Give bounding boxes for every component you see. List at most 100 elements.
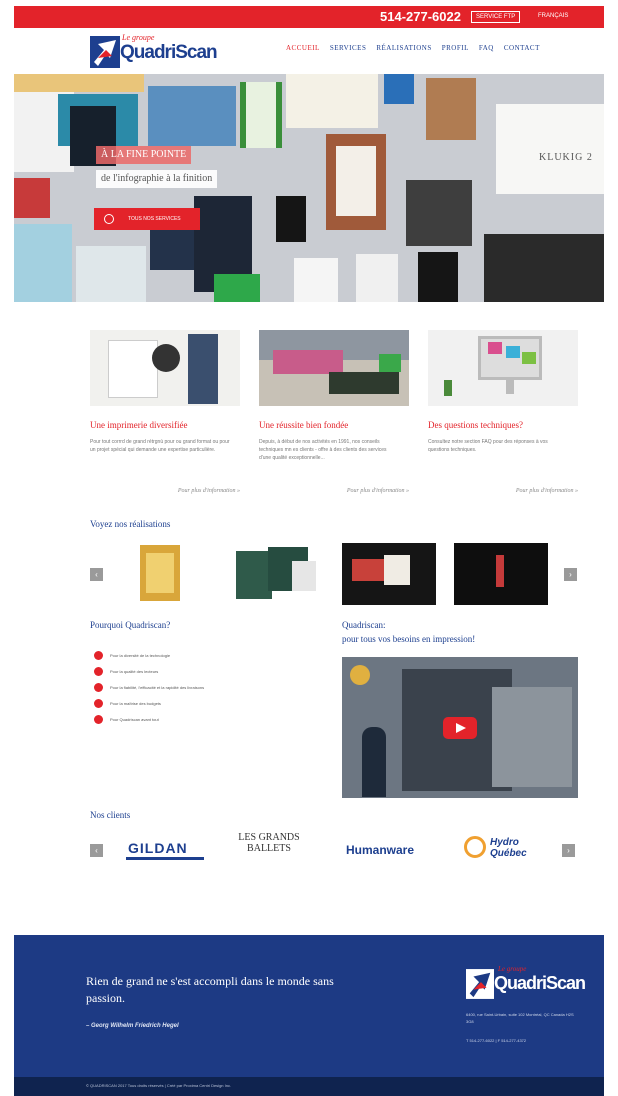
main-nav: ACCUEIL SERVICES RÉALISATIONS PROFIL FAQ… xyxy=(286,44,540,52)
logo-mark-icon xyxy=(466,969,494,999)
feature-text: Consultez notre section FAQ pour des rép… xyxy=(428,439,548,453)
list-item: Pour la qualité des lecteurs xyxy=(94,667,204,683)
list-item: Pour Quadriscan avant tout xyxy=(94,715,204,731)
footer-logo-wordmark: QuadriScan xyxy=(494,973,586,993)
list-item-text: Pour la qualité des lecteurs xyxy=(110,669,159,674)
hero-print-sample xyxy=(276,196,306,242)
footer-phones: T 514-277-6022 | F 514-277-4372 xyxy=(466,1038,527,1043)
client-logo-humanware: Humanware xyxy=(344,832,428,868)
hero-print-sample xyxy=(76,246,146,302)
hydro-q-icon xyxy=(464,836,486,858)
nav-accueil[interactable]: ACCUEIL xyxy=(286,44,320,52)
all-services-label: TOUS NOS SERVICES xyxy=(128,216,181,222)
hero-sign-text: KLUKIG 2 xyxy=(539,152,593,163)
logo-mark-icon xyxy=(90,36,120,68)
hero-print-sample xyxy=(214,274,260,302)
feature-title: Une imprimerie diversifiée xyxy=(90,420,188,430)
feature-text: Pour tout corrrd de grand rétrgnù pour o… xyxy=(90,439,230,453)
bullet-icon xyxy=(94,683,103,692)
nav-services[interactable]: SERVICES xyxy=(330,44,367,52)
hero-print-sample xyxy=(496,104,604,194)
nav-faq[interactable]: FAQ xyxy=(479,44,494,52)
hero-print-sample xyxy=(148,86,236,146)
realisations-next-button[interactable]: › xyxy=(564,568,577,581)
footer-logo-tagline: Le groupe xyxy=(498,965,527,973)
why-title: Pourquoi Quadriscan? xyxy=(90,620,171,630)
footer: Rien de grand ne s'est accompli dans le … xyxy=(14,935,604,1077)
logo-tagline: Le groupe xyxy=(122,33,155,42)
client-logo-text: Humanware xyxy=(346,843,415,857)
hero-print-sample xyxy=(286,74,378,128)
feature-card: Une imprimerie diversifiée Pour tout cor… xyxy=(90,330,240,494)
hero-caption-headline: À LA FINE POINTE xyxy=(96,146,192,164)
hero-banner: KLUKIG 2 À LA FINE POINTE de l'infograph… xyxy=(14,74,604,302)
feature-more-link[interactable]: Pour plus d'information » xyxy=(516,488,578,494)
hero-print-sample xyxy=(384,74,414,104)
feature-image xyxy=(259,330,409,406)
hero-print-sample xyxy=(418,252,458,302)
list-item: Pour la diversité de la technologie xyxy=(94,651,204,667)
language-switch[interactable]: FRANÇAIS xyxy=(538,13,568,19)
hero-print-sample xyxy=(14,224,72,302)
client-logo-text: GILDAN xyxy=(128,840,188,856)
hero-print-sample xyxy=(336,146,376,216)
hero-print-sample xyxy=(356,254,398,302)
site-logo[interactable]: Le groupe QuadriScan xyxy=(90,32,218,70)
footer-quote-author: – Georg Wilhelm Friedrich Hegel xyxy=(86,1023,179,1029)
phone-link[interactable]: 514-277-6022 xyxy=(380,9,461,24)
hero-print-sample xyxy=(294,258,338,302)
hero-caption-subline: de l'infographie à la finition xyxy=(96,170,218,188)
footer-logo[interactable]: Le groupe QuadriScan xyxy=(466,965,586,1005)
feature-text: Depuis, à début de nos activités en 1991… xyxy=(259,439,387,461)
channel-avatar xyxy=(350,665,370,685)
realisation-item[interactable] xyxy=(232,543,326,605)
hero-print-sample xyxy=(14,74,144,92)
clients-prev-button[interactable]: ‹ xyxy=(90,844,103,857)
clients-title: Nos clients xyxy=(90,810,131,820)
feature-image xyxy=(428,330,578,406)
bullet-icon xyxy=(94,715,103,724)
header: Le groupe QuadriScan ACCUEIL SERVICES RÉ… xyxy=(14,28,604,74)
feature-title: Des questions techniques? xyxy=(428,420,523,430)
realisations-title: Voyez nos réalisations xyxy=(90,519,171,529)
client-logo-gildan: GILDAN xyxy=(122,832,210,868)
list-item-text: Pour la maîtrise des budgets xyxy=(110,701,161,706)
clients-next-button[interactable]: › xyxy=(562,844,575,857)
list-item: Pour la fiabilité, l'efficacité et la ra… xyxy=(94,683,204,699)
play-icon[interactable] xyxy=(443,717,477,739)
hero-print-sample xyxy=(240,82,282,148)
bullet-icon xyxy=(94,699,103,708)
copyright-text: © QUADRISCAN 2017 Tous droits réservés |… xyxy=(86,1083,232,1088)
video-player[interactable] xyxy=(342,657,578,798)
why-list: Pour la diversité de la technologie Pour… xyxy=(94,651,204,731)
hero-print-sample xyxy=(14,178,50,218)
ftp-service-button[interactable]: SERVICE FTP xyxy=(471,11,521,23)
video-title-line1: Quadriscan: xyxy=(342,620,386,630)
realisations-prev-button[interactable]: ‹ xyxy=(90,568,103,581)
nav-contact[interactable]: CONTACT xyxy=(504,44,540,52)
realisation-item[interactable] xyxy=(120,543,214,605)
client-logo-text: LES GRANDS BALLETS xyxy=(238,832,300,854)
client-logo-grands-ballets: LES GRANDS BALLETS xyxy=(232,832,308,868)
feature-title: Une réussite bien fondée xyxy=(259,420,349,430)
nav-realisations[interactable]: RÉALISATIONS xyxy=(376,44,431,52)
feature-more-link[interactable]: Pour plus d'information » xyxy=(347,488,409,494)
client-logo-hydro-quebec: Hydro Québec xyxy=(462,832,552,868)
feature-card: Une réussite bien fondée Depuis, à début… xyxy=(259,330,409,494)
page: 514-277-6022 SERVICE FTP FRANÇAIS Le gro… xyxy=(14,0,604,1096)
list-item: Pour la maîtrise des budgets xyxy=(94,699,204,715)
logo-wordmark: QuadriScan xyxy=(120,42,218,63)
bullet-icon xyxy=(94,651,103,660)
client-logo-text: Hydro Québec xyxy=(490,837,527,859)
nav-profil[interactable]: PROFIL xyxy=(442,44,469,52)
top-bar: 514-277-6022 SERVICE FTP FRANÇAIS xyxy=(14,6,604,28)
realisation-item[interactable] xyxy=(454,543,548,605)
list-item-text: Pour Quadriscan avant tout xyxy=(110,717,159,722)
all-services-button[interactable]: TOUS NOS SERVICES xyxy=(94,208,200,230)
realisation-item[interactable] xyxy=(342,543,436,605)
feature-image xyxy=(90,330,240,406)
feature-more-link[interactable]: Pour plus d'information » xyxy=(178,488,240,494)
hero-print-sample xyxy=(406,180,472,246)
hero-print-sample xyxy=(426,78,476,140)
bullet-icon xyxy=(94,667,103,676)
